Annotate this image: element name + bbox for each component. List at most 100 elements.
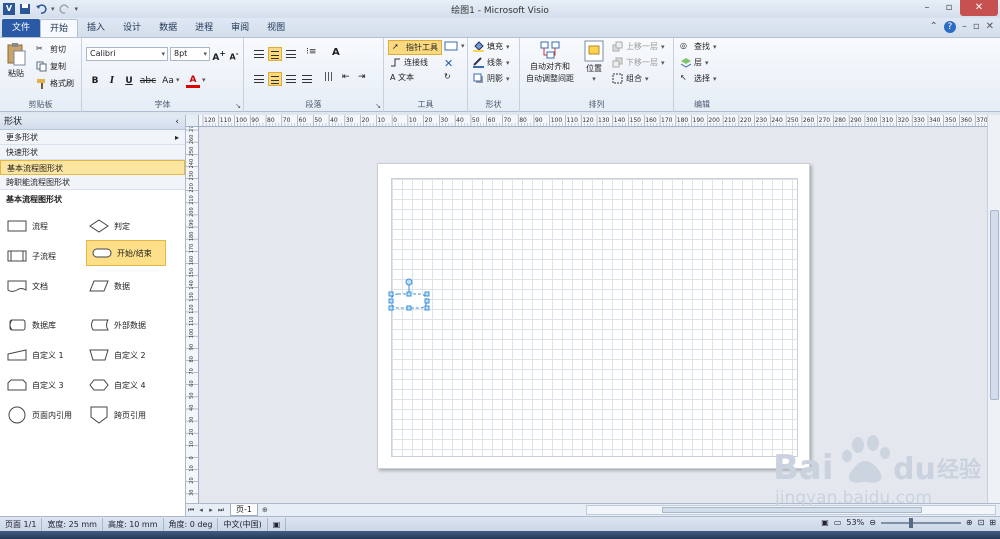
font-color-button[interactable]: A: [186, 73, 200, 88]
font-size-combo[interactable]: 8pt ▾: [170, 47, 210, 61]
first-page-icon[interactable]: ⏮: [186, 506, 196, 515]
align-top-button[interactable]: [252, 47, 266, 61]
shape-custom-4[interactable]: 自定义 4: [84, 372, 164, 398]
copy-button[interactable]: 复制: [36, 61, 66, 72]
undo-dropdown-icon[interactable]: ▾: [51, 5, 55, 13]
visio-app-icon[interactable]: V: [3, 3, 15, 15]
tab-file[interactable]: 文件: [2, 19, 41, 37]
layers-button[interactable]: 层 ▾: [680, 57, 709, 68]
close-button[interactable]: ✕: [960, 0, 998, 16]
customize-qat-icon[interactable]: ▾: [75, 5, 79, 13]
insert-page-icon[interactable]: ⊕: [258, 506, 272, 514]
presentation-icon[interactable]: ▭: [834, 518, 842, 527]
decrease-indent-button[interactable]: ⇤: [342, 72, 356, 86]
align-middle-button[interactable]: [268, 47, 282, 61]
shape-process[interactable]: 流程: [2, 213, 82, 239]
increase-indent-button[interactable]: A: [332, 47, 346, 61]
undo-icon[interactable]: [35, 3, 47, 15]
zoom-in-icon[interactable]: ⊕: [966, 518, 973, 527]
shape-data[interactable]: 数据: [84, 273, 164, 299]
page-tab[interactable]: 页-1: [230, 504, 258, 516]
tab-design[interactable]: 设计: [114, 19, 150, 37]
paste-button[interactable]: 粘贴: [5, 42, 27, 79]
quick-shapes-row[interactable]: 快速形状: [0, 145, 185, 160]
shape-database[interactable]: 数据库: [2, 312, 82, 338]
strikethrough-button[interactable]: abc: [139, 74, 157, 88]
dialog-launcher-icon[interactable]: ↘: [235, 102, 241, 110]
tab-home[interactable]: 开始: [40, 19, 79, 37]
save-icon[interactable]: [19, 3, 31, 15]
doc-restore-icon[interactable]: ▫: [973, 21, 980, 33]
change-case-button[interactable]: Aa: [160, 74, 176, 88]
full-screen-icon[interactable]: ▣: [821, 518, 829, 527]
bullets-button[interactable]: ⁝≡: [306, 47, 320, 61]
shape-decision[interactable]: 判定: [84, 213, 164, 239]
tab-insert[interactable]: 插入: [78, 19, 114, 37]
align-left-button[interactable]: [252, 72, 266, 86]
line-button[interactable]: 线条 ▾: [473, 57, 510, 68]
status-language[interactable]: 中文(中国): [218, 517, 268, 531]
maximize-button[interactable]: ▫: [938, 0, 960, 16]
rotate-tool-button[interactable]: ↻: [444, 72, 451, 81]
more-shapes-row[interactable]: 更多形状 ▸: [0, 130, 185, 145]
rectangle-tool-button[interactable]: ▾: [444, 41, 465, 51]
auto-align-space-button[interactable]: 自动对齐和 自动调整间距: [526, 40, 574, 84]
italic-button[interactable]: I: [105, 74, 119, 88]
text-direction-button[interactable]: |||: [324, 72, 338, 86]
vertical-scrollbar[interactable]: [987, 115, 1000, 503]
next-page-icon[interactable]: ▸: [206, 506, 216, 514]
last-page-icon[interactable]: ⏭: [216, 506, 226, 515]
basic-flowchart-row[interactable]: 基本流程图形状: [0, 160, 185, 175]
connection-point-tool-button[interactable]: ✕: [444, 57, 453, 70]
tab-data[interactable]: 数据: [150, 19, 186, 37]
bring-forward-button[interactable]: 上移一层 ▾: [612, 41, 665, 52]
shape-custom-1[interactable]: 自定义 1: [2, 342, 82, 368]
shape-custom-3[interactable]: 自定义 3: [2, 372, 82, 398]
justify-button[interactable]: [300, 72, 314, 86]
horizontal-scroll-thumb[interactable]: [662, 507, 922, 513]
collapse-pane-icon[interactable]: ‹: [175, 115, 179, 130]
shape-subprocess[interactable]: 子流程: [2, 243, 82, 269]
vertical-scroll-thumb[interactable]: [990, 210, 999, 400]
help-icon[interactable]: ?: [943, 21, 956, 33]
chevron-down-icon[interactable]: ▾: [202, 76, 206, 84]
fill-button[interactable]: 填充 ▾: [473, 41, 510, 52]
send-backward-button[interactable]: 下移一层 ▾: [612, 57, 665, 68]
prev-page-icon[interactable]: ◂: [196, 506, 206, 514]
underline-button[interactable]: U: [122, 74, 136, 88]
align-right-button[interactable]: [284, 72, 298, 86]
shape-custom-2[interactable]: 自定义 2: [84, 342, 164, 368]
font-name-combo[interactable]: Calibri ▾: [86, 47, 168, 61]
shadow-button[interactable]: 阴影 ▾: [473, 73, 510, 84]
format-painter-button[interactable]: 格式刷: [36, 78, 74, 89]
cut-button[interactable]: ✂ 剪切: [36, 44, 66, 55]
shape-document[interactable]: 文档: [2, 273, 82, 299]
doc-minimize-icon[interactable]: –: [962, 21, 967, 33]
shape-off-page-ref[interactable]: 跨页引用: [84, 402, 164, 428]
align-bottom-button[interactable]: [284, 47, 298, 61]
shape-external-data[interactable]: 外部数据: [84, 312, 164, 338]
select-button[interactable]: ↖ 选择 ▾: [680, 73, 717, 84]
zoom-out-icon[interactable]: ⊖: [869, 518, 876, 527]
shrink-font-button[interactable]: A-: [227, 47, 241, 62]
status-page[interactable]: 页面 1/1: [0, 517, 43, 531]
chevron-down-icon[interactable]: ▾: [176, 76, 180, 84]
shape-terminator[interactable]: 开始/结束: [86, 240, 166, 266]
fit-page-icon[interactable]: ⊡: [978, 518, 985, 527]
zoom-slider[interactable]: [880, 517, 961, 528]
macro-record-icon[interactable]: ▣: [268, 517, 287, 531]
shape-on-page-ref[interactable]: 页面内引用: [2, 402, 82, 428]
dialog-launcher-icon[interactable]: ↘: [375, 102, 381, 110]
align-center-button[interactable]: [268, 72, 282, 86]
find-button[interactable]: ◎ 查找 ▾: [680, 41, 717, 52]
tab-process[interactable]: 进程: [186, 19, 222, 37]
position-button[interactable]: 位置 ▾: [584, 40, 604, 83]
drawing-canvas[interactable]: [199, 127, 987, 503]
horizontal-scrollbar[interactable]: [586, 505, 996, 515]
drawing-page[interactable]: [377, 163, 810, 469]
pointer-tool-button[interactable]: ➚ 指针工具: [388, 40, 442, 55]
doc-close-icon[interactable]: ✕: [986, 21, 994, 33]
group-button[interactable]: 组合 ▾: [612, 73, 649, 84]
bold-button[interactable]: B: [88, 74, 102, 88]
text-tool-button[interactable]: A 文本: [390, 72, 414, 83]
